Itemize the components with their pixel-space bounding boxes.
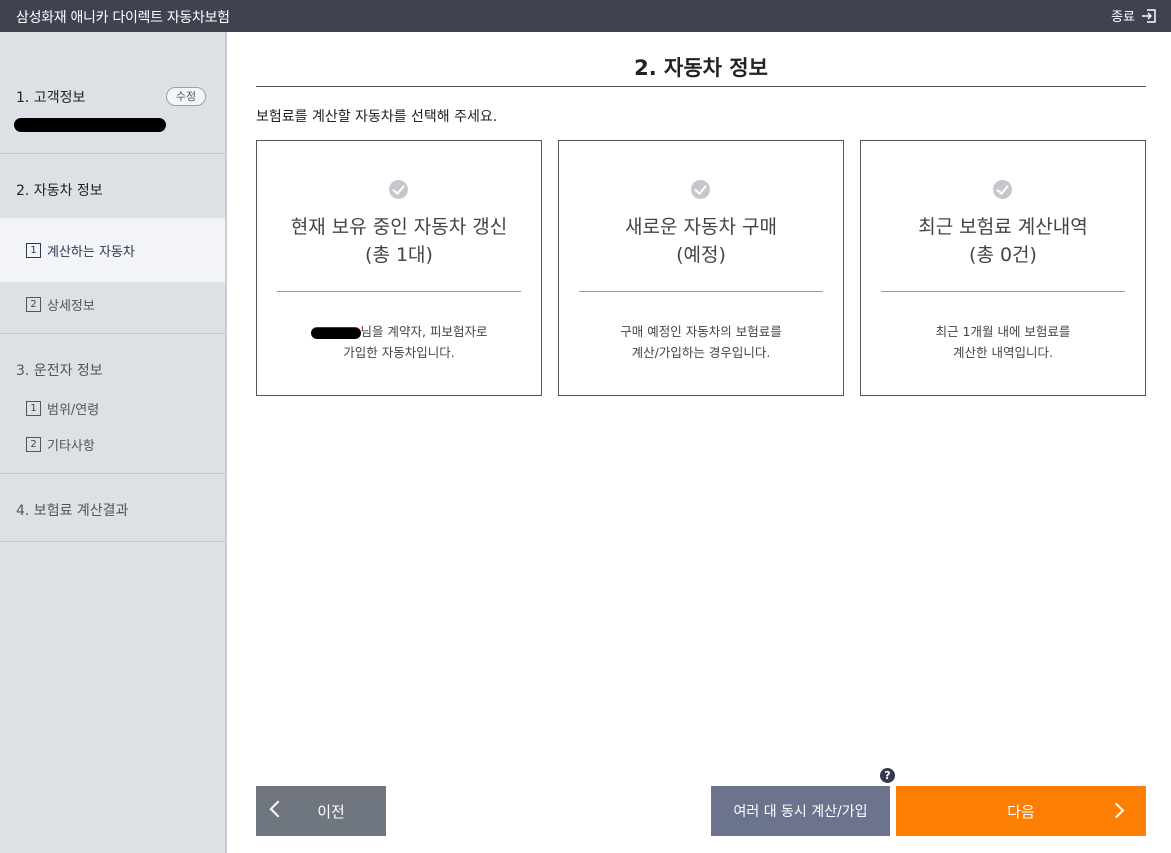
chevron-left-icon xyxy=(269,800,287,818)
title-bar: 삼성화재 애니카 다이렉트 자동차보험 종료 xyxy=(0,0,1171,32)
card-subtitle: (예정) xyxy=(676,244,726,266)
card-renew-current-car[interactable]: 현재 보유 중인 자동차 갱신 (총 1대) 님을 계약자, 피보험자로 가입한… xyxy=(256,140,542,396)
step-number: 1 xyxy=(26,242,41,258)
card-desc-line: 구매 예정인 자동차의 보험료를 xyxy=(620,324,782,339)
card-recent-calculations[interactable]: 최근 보험료 계산내역 (총 0건) 최근 1개월 내에 보험료를 계산한 내역… xyxy=(860,140,1146,396)
card-title-line: 현재 보유 중인 자동차 갱신 xyxy=(290,216,508,238)
page-title: 2. 자동차 정보 xyxy=(634,56,768,80)
sidebar-item-label: 상세정보 xyxy=(47,298,95,314)
card-title-line: 최근 보험료 계산내역 xyxy=(918,216,1088,238)
next-button-label: 다음 xyxy=(1007,802,1035,821)
divider xyxy=(277,291,521,292)
help-icon[interactable]: ? xyxy=(880,768,895,783)
step-number: 1 xyxy=(26,400,41,416)
edit-customer-button[interactable]: 수정 xyxy=(166,87,206,106)
card-title: 현재 보유 중인 자동차 갱신 (총 1대) xyxy=(257,213,541,269)
multi-car-button[interactable]: 여러 대 동시 계산/가입 xyxy=(711,786,890,836)
sidebar-driver-title[interactable]: 3. 운전자 정보 xyxy=(16,360,103,380)
chevron-right-icon xyxy=(1108,802,1125,819)
check-icon xyxy=(389,180,408,199)
sidebar-item-details[interactable]: 2 상세정보 xyxy=(0,284,225,324)
step-number: 2 xyxy=(26,436,41,452)
card-count: (총 0건) xyxy=(969,244,1037,266)
check-icon xyxy=(691,180,710,199)
close-button[interactable]: 종료 xyxy=(1111,6,1157,25)
card-title: 최근 보험료 계산내역 (총 0건) xyxy=(861,213,1145,269)
sidebar-item-etc[interactable]: 2 기타사항 xyxy=(0,424,225,464)
sidebar-item-label: 계산하는 자동차 xyxy=(47,244,135,260)
next-button[interactable]: 다음 xyxy=(896,786,1146,836)
sidebar-section-car: 2. 자동차 정보 1 계산하는 자동차 2 상세정보 xyxy=(0,154,225,334)
card-desc-line: 님을 계약자, 피보험자로 xyxy=(360,324,488,339)
sidebar-section-customer: 1. 고객정보 수정 xyxy=(0,32,225,154)
card-title: 새로운 자동차 구매 (예정) xyxy=(559,213,843,269)
sidebar-car-title[interactable]: 2. 자동차 정보 xyxy=(16,180,103,200)
card-description: 님을 계약자, 피보험자로 가입한 자동차입니다. xyxy=(257,321,541,363)
card-desc-line: 계산한 내역입니다. xyxy=(953,345,1053,360)
divider xyxy=(256,86,1146,87)
card-new-car-purchase[interactable]: 새로운 자동차 구매 (예정) 구매 예정인 자동차의 보험료를 계산/가입하는… xyxy=(558,140,844,396)
sidebar-item-label: 기타사항 xyxy=(47,438,95,454)
sidebar: 1. 고객정보 수정 2. 자동차 정보 1 계산하는 자동차 2 상세정보 3… xyxy=(0,32,227,853)
sidebar-item-label: 범위/연령 xyxy=(47,402,100,418)
sidebar-result-title[interactable]: 4. 보험료 계산결과 xyxy=(16,500,128,520)
close-label: 종료 xyxy=(1111,10,1135,25)
card-desc-line: 계산/가입하는 경우입니다. xyxy=(631,345,771,360)
card-count: (총 1대) xyxy=(365,244,433,266)
card-description: 구매 예정인 자동차의 보험료를 계산/가입하는 경우입니다. xyxy=(559,321,843,363)
divider xyxy=(881,291,1125,292)
check-icon xyxy=(993,180,1012,199)
redacted-customer-name xyxy=(14,118,166,132)
prev-button-label: 이전 xyxy=(317,802,345,821)
exit-icon xyxy=(1142,8,1156,23)
step-number: 2 xyxy=(26,296,41,312)
sidebar-customer-title[interactable]: 1. 고객정보 xyxy=(16,87,85,107)
sidebar-section-result: 4. 보험료 계산결과 xyxy=(0,474,225,542)
card-description: 최근 1개월 내에 보험료를 계산한 내역입니다. xyxy=(861,321,1145,363)
divider xyxy=(579,291,823,292)
sidebar-item-range-age[interactable]: 1 범위/연령 xyxy=(0,388,225,428)
multi-car-button-label: 여러 대 동시 계산/가입 xyxy=(733,804,868,820)
card-desc-line: 최근 1개월 내에 보험료를 xyxy=(935,324,1071,339)
card-title-line: 새로운 자동차 구매 xyxy=(625,216,777,238)
sidebar-item-calc-car[interactable]: 1 계산하는 자동차 xyxy=(0,218,225,282)
instruction-text: 보험료를 계산할 자동차를 선택해 주세요. xyxy=(256,109,498,125)
card-desc-line: 가입한 자동차입니다. xyxy=(343,345,455,360)
prev-button[interactable]: 이전 xyxy=(256,786,386,836)
app-title: 삼성화재 애니카 다이렉트 자동차보험 xyxy=(16,10,230,26)
redacted-name xyxy=(310,326,361,339)
sidebar-section-driver: 3. 운전자 정보 1 범위/연령 2 기타사항 xyxy=(0,334,225,474)
